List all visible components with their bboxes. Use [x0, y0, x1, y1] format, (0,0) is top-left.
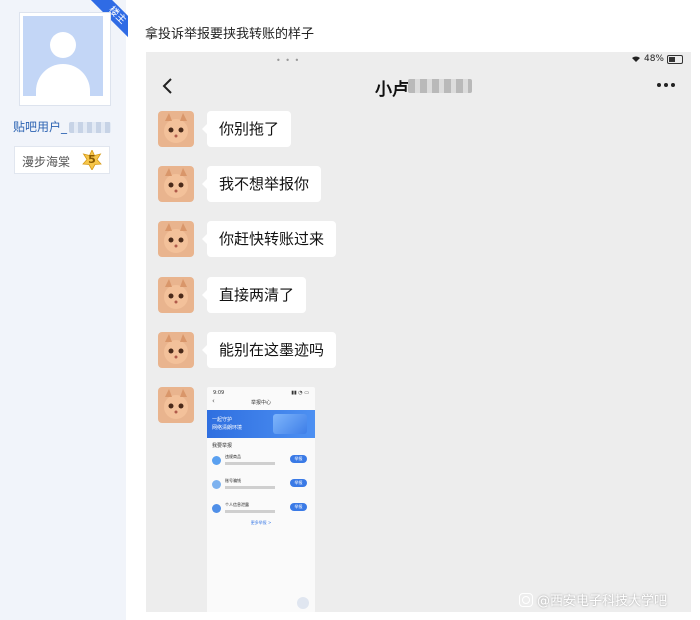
contact-avatar[interactable] — [158, 387, 194, 423]
wifi-icon — [631, 56, 640, 62]
message-bubble: 直接两清了 — [201, 277, 307, 313]
redacted-title — [408, 79, 472, 93]
shot-item-desc — [225, 510, 275, 513]
shot-section-title: 我要举报 — [212, 443, 233, 449]
shot-banner-line2: 网络清朗环境 — [212, 425, 243, 431]
shot-item-button: 举报 — [290, 479, 307, 487]
contact-avatar[interactable] — [158, 332, 194, 368]
report-category-icon — [212, 456, 221, 465]
shot-item-name: 违规商品 — [225, 454, 241, 459]
shot-home-icon — [297, 597, 309, 609]
battery-icon — [667, 54, 683, 64]
battery-percent: 48% — [643, 54, 664, 64]
avatar[interactable] — [19, 12, 111, 106]
image-message[interactable]: 9:09 ▮▮ ◔ ▭ ‹ 举报中心 一起守护 网络清朗环境 我要举报 违规商品… — [207, 387, 315, 612]
message-bubble: 你赶快转账过来 — [201, 221, 337, 257]
contact-avatar[interactable] — [158, 277, 194, 313]
chat-title: 小卢 — [375, 80, 409, 100]
status-bar: • • • 48% — [146, 52, 691, 67]
shot-banner-line1: 一起守护 — [212, 417, 233, 423]
shot-list-item: 违规商品 举报 — [211, 451, 311, 477]
watermark: @西安电子科技大学吧 — [519, 590, 667, 609]
chat-nav-bar: 小卢 — [146, 67, 691, 105]
shot-item-desc — [225, 462, 275, 465]
shot-banner: 一起守护 网络清朗环境 — [207, 410, 315, 438]
default-avatar-icon — [23, 16, 103, 96]
shot-item-name: 个人信息泄露 — [225, 502, 249, 507]
username-link[interactable]: 贴吧用户_ — [13, 118, 119, 135]
contact-avatar[interactable] — [158, 166, 194, 202]
back-icon[interactable] — [158, 73, 178, 99]
redacted-name — [69, 122, 112, 133]
report-category-icon — [212, 504, 221, 513]
contact-avatar[interactable] — [158, 221, 194, 257]
level-badge-box[interactable]: 漫步海棠 5 — [14, 146, 110, 174]
watermark-text: @西安电子科技大学吧 — [537, 594, 668, 609]
weibo-camera-icon — [519, 592, 533, 607]
level-name: 漫步海棠 — [22, 155, 71, 169]
more-icon[interactable] — [654, 73, 678, 97]
chat-screenshot: • • • 48% 小卢 你别拖了 我不想举报你 你赶快转账过来 直接两清了 能… — [146, 52, 691, 612]
status-dots: • • • — [276, 56, 301, 65]
shot-list-item: 账号骗钱 举报 — [211, 475, 311, 501]
shot-item-desc — [225, 486, 275, 489]
report-category-icon — [212, 480, 221, 489]
contact-avatar[interactable] — [158, 111, 194, 147]
username-text[interactable]: 贴吧用户_ — [13, 120, 67, 134]
post-text: 拿投诉举报要挟我转账的样子 — [145, 27, 315, 42]
message-bubble: 我不想举报你 — [201, 166, 322, 202]
shot-more-link: 更多举报 > — [250, 520, 272, 525]
shot-title: 举报中心 — [250, 400, 271, 406]
shield-illustration-icon — [273, 414, 307, 434]
message-bubble: 你别拖了 — [201, 111, 292, 147]
message-bubble: 能别在这墨迹吗 — [201, 332, 337, 368]
shot-item-button: 举报 — [290, 455, 307, 463]
level-number: 5 — [88, 153, 96, 166]
shot-status-icons: ▮▮ ◔ ▭ — [291, 390, 309, 396]
status-indicators: 48% — [631, 54, 683, 64]
author-sidebar: 楼主 贴吧用户_ 漫步海棠 5 — [0, 0, 128, 620]
level-star-icon: 5 — [82, 150, 102, 170]
shot-time: 9:09 — [213, 390, 225, 396]
shot-item-button: 举报 — [290, 503, 307, 511]
shot-item-name: 账号骗钱 — [225, 478, 241, 483]
